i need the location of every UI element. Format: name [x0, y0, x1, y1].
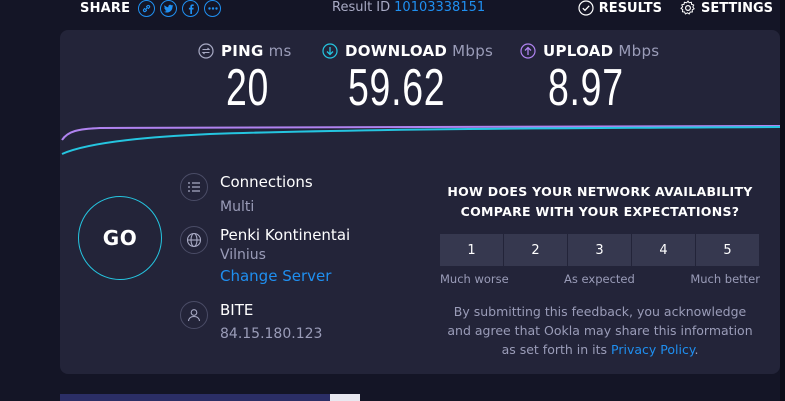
upload-value: 8.97: [548, 59, 624, 117]
upload-unit: Mbps: [618, 42, 660, 60]
ping-label: PING: [221, 42, 264, 60]
feedback-disclaimer: By submitting this feedback, you acknowl…: [440, 302, 760, 359]
gear-icon: [680, 0, 695, 15]
results-label: RESULTS: [598, 0, 662, 16]
facebook-icon[interactable]: [182, 0, 200, 17]
top-bar: SHARE Result ID 10103338151 RESULTS SETTI…: [0, 0, 785, 22]
user-icon: [180, 301, 208, 329]
result-id: Result ID 10103338151: [332, 0, 485, 15]
globe-icon: [180, 226, 208, 254]
rating-button-4[interactable]: 4: [632, 234, 695, 266]
feedback-question-line2: COMPARE WITH YOUR EXPECTATIONS?: [460, 204, 740, 219]
provider-ip: 84.15.180.123: [220, 326, 323, 342]
feedback-panel: HOW DOES YOUR NETWORK AVAILABILITY COMPA…: [440, 182, 760, 359]
download-arrow-icon: [322, 43, 338, 59]
result-id-label: Result ID: [332, 0, 391, 15]
share-label: SHARE: [80, 1, 131, 16]
ping-icon: [198, 43, 214, 59]
server-location: Vilnius: [220, 247, 266, 263]
disclaimer-suffix: .: [694, 342, 699, 357]
server-name: Penki Kontinentai: [220, 226, 351, 244]
rating-button-5[interactable]: 5: [696, 234, 759, 266]
feedback-question-line1: HOW DOES YOUR NETWORK AVAILABILITY: [447, 184, 753, 199]
ping-metric: PING ms 20: [198, 42, 292, 114]
settings-link[interactable]: SETTINGS: [680, 0, 773, 16]
link-icon[interactable]: [138, 0, 156, 17]
privacy-policy-link[interactable]: Privacy Policy: [611, 342, 694, 357]
twitter-icon[interactable]: [160, 0, 178, 17]
ad-choices-icon[interactable]: [330, 394, 360, 401]
provider-name: BITE: [220, 301, 254, 319]
ping-unit: ms: [268, 42, 292, 60]
go-button[interactable]: GO: [78, 196, 162, 280]
server-info: Penki Kontinentai Vilnius Change Server: [180, 225, 350, 286]
disclaimer-line3: as set forth in its: [501, 342, 608, 357]
rating-low-label: Much worse: [440, 272, 509, 286]
download-metric: DOWNLOAD Mbps 59.62: [322, 42, 493, 114]
rating-high-label: Much better: [690, 272, 760, 286]
right-edge: [780, 0, 785, 401]
top-nav: RESULTS SETTINGS: [560, 0, 773, 16]
speed-graph: [61, 125, 780, 155]
connections-info: Connections Multi: [180, 172, 313, 217]
change-server-link[interactable]: Change Server: [220, 266, 350, 286]
check-circle-icon: [578, 0, 594, 16]
ping-value: 20: [226, 59, 270, 117]
settings-label: SETTINGS: [700, 0, 773, 16]
rating-button-1[interactable]: 1: [440, 234, 503, 266]
upload-arrow-icon: [520, 43, 536, 59]
download-speed-line: [61, 126, 780, 155]
rating-button-3[interactable]: 3: [568, 234, 631, 266]
download-unit: Mbps: [452, 42, 494, 60]
rating-scale: 1 2 3 4 5: [440, 234, 760, 266]
download-label: DOWNLOAD: [345, 42, 448, 60]
results-link[interactable]: RESULTS: [578, 0, 662, 16]
provider-info: BITE 84.15.180.123: [180, 300, 322, 344]
upload-metric: UPLOAD Mbps 8.97: [520, 42, 659, 114]
speedtest-result-card: PING ms 20 DOWNLOAD Mbps 59.62 UPLOAD Mb…: [60, 30, 780, 374]
rating-mid-label: As expected: [564, 272, 635, 286]
disclaimer-line2: and agree that Ookla may share this info…: [447, 323, 753, 338]
more-icon[interactable]: [204, 0, 222, 17]
rating-scale-labels: Much worse As expected Much better: [440, 272, 760, 288]
result-id-value[interactable]: 10103338151: [394, 0, 485, 15]
rating-button-2[interactable]: 2: [504, 234, 567, 266]
download-value: 59.62: [348, 59, 446, 117]
disclaimer-line1: By submitting this feedback, you acknowl…: [453, 304, 747, 319]
connections-value[interactable]: Multi: [220, 197, 313, 217]
connections-icon: [180, 173, 208, 201]
connections-title: Connections: [220, 173, 313, 191]
advertisement-banner[interactable]: [60, 394, 360, 401]
share-section: SHARE: [80, 0, 226, 17]
feedback-question: HOW DOES YOUR NETWORK AVAILABILITY COMPA…: [440, 182, 760, 222]
upload-label: UPLOAD: [543, 42, 614, 60]
